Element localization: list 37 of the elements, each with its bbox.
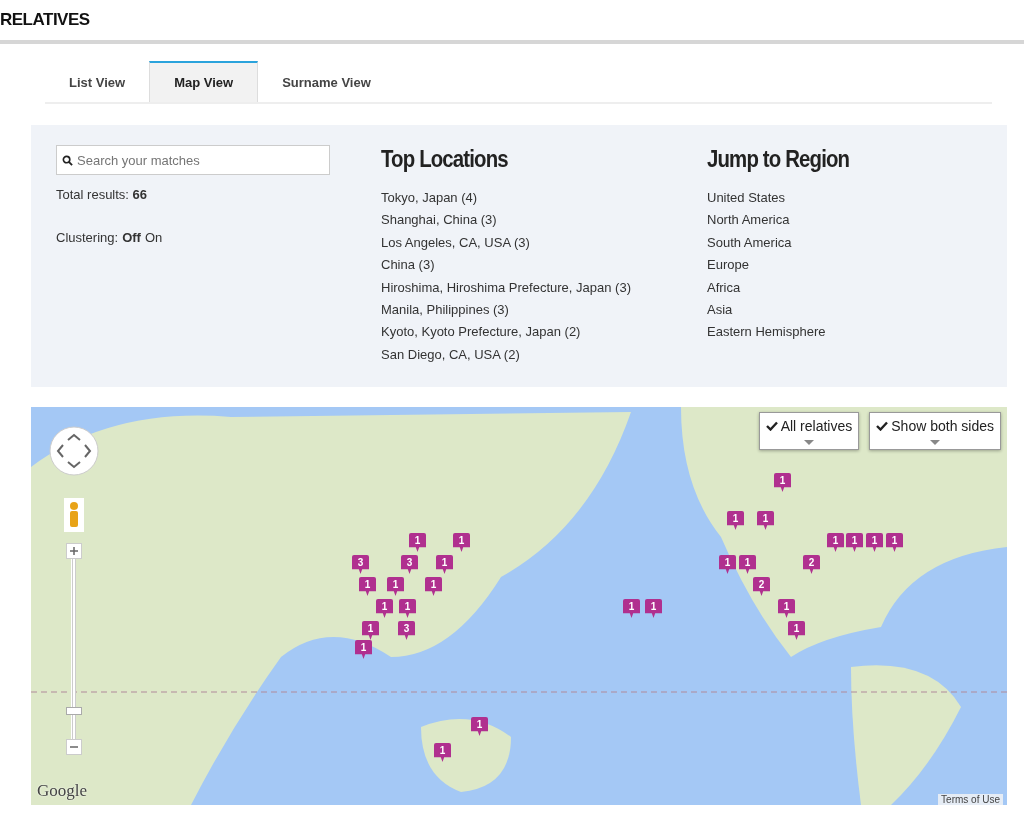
zoom-handle[interactable] xyxy=(66,707,82,715)
region-link[interactable]: Asia xyxy=(707,299,875,322)
filter-dropdown[interactable]: All relatives xyxy=(758,412,860,450)
location-link[interactable]: Tokyo, Japan (4) xyxy=(381,187,707,210)
caret-icon xyxy=(930,440,941,445)
location-link[interactable]: Kyoto, Kyoto Prefecture, Japan (2) xyxy=(381,321,707,344)
total-results: Total results: 66 xyxy=(56,187,149,202)
region-link[interactable]: South America xyxy=(707,231,875,255)
location-link[interactable]: Hiroshima, Hiroshima Prefecture, Japan (3) xyxy=(381,276,707,300)
zoom-out-icon[interactable] xyxy=(66,739,82,755)
terms-link[interactable]: Terms of Use xyxy=(938,794,1003,805)
view-tab[interactable]: Surname View xyxy=(258,61,395,102)
location-link[interactable]: Shanghai, China (3) xyxy=(381,209,707,232)
caret-icon xyxy=(803,440,814,445)
clustering-option[interactable]: On xyxy=(144,230,163,245)
location-link[interactable]: Los Angeles, CA, USA (3) xyxy=(381,231,707,255)
region-link[interactable]: United States xyxy=(707,187,875,210)
clustering-label: Clustering: xyxy=(56,230,119,245)
pan-control-icon[interactable] xyxy=(49,426,99,476)
region-link[interactable]: Eastern Hemisphere xyxy=(707,321,875,344)
region-link[interactable]: Europe xyxy=(707,254,875,277)
person-icon[interactable] xyxy=(64,498,84,532)
map-logo: Google xyxy=(37,781,88,801)
view-tab[interactable]: Map View xyxy=(149,61,259,102)
page-title: RELATIVES xyxy=(0,10,90,30)
region-link[interactable]: North America xyxy=(707,209,875,232)
section-heading: Top Locations xyxy=(381,145,509,173)
clustering-option[interactable]: Off xyxy=(122,230,141,245)
search-field[interactable]: Search your matches xyxy=(56,145,330,175)
filter-dropdown[interactable]: Show both sides xyxy=(869,412,1001,450)
zoom-in-icon[interactable] xyxy=(66,543,82,559)
location-link[interactable]: Manila, Philippines (3) xyxy=(381,299,707,322)
location-link[interactable]: China (3) xyxy=(381,254,707,277)
view-tab[interactable]: List View xyxy=(45,61,150,102)
section-heading: Jump to Region xyxy=(707,145,850,173)
location-link[interactable]: San Diego, CA, USA (2) xyxy=(381,343,707,367)
region-link[interactable]: Africa xyxy=(707,276,875,300)
